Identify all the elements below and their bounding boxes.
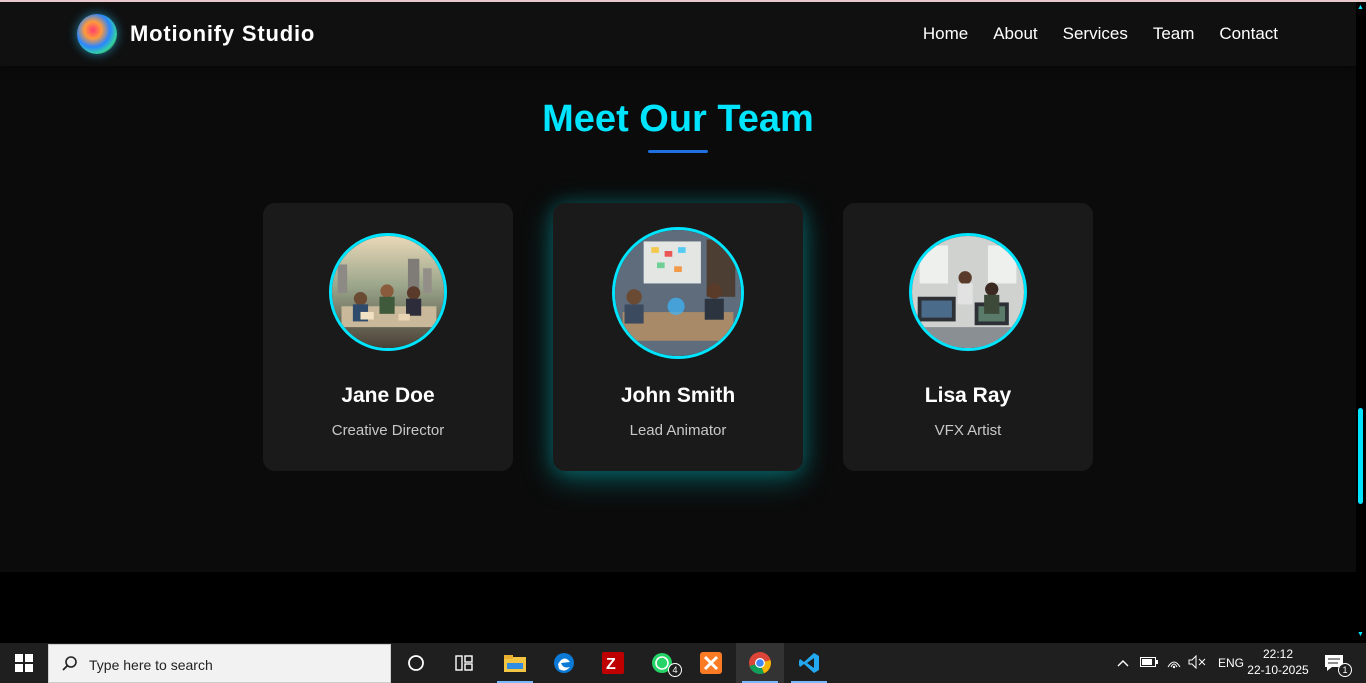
task-view-icon[interactable] <box>440 643 488 683</box>
volume-muted-icon[interactable] <box>1188 654 1206 672</box>
wifi-icon[interactable] <box>1166 655 1182 672</box>
team-card-lisa[interactable]: Lisa Ray VFX Artist <box>843 203 1093 471</box>
team-card-john[interactable]: John Smith Lead Animator <box>553 203 803 471</box>
search-placeholder: Type here to search <box>89 657 213 673</box>
studio-logo-icon[interactable] <box>77 14 117 54</box>
nav-team[interactable]: Team <box>1153 24 1195 44</box>
scroll-up-arrow-icon[interactable]: ▲ <box>1357 4 1364 11</box>
nav-links: Home About Services Team Contact <box>923 24 1278 44</box>
windows-taskbar: Type here to search Z 4 ENG 22:12 22-10-… <box>0 643 1366 683</box>
system-tray: ENG <box>1114 643 1244 683</box>
title-underline <box>648 150 708 153</box>
taskbar-clock[interactable]: 22:12 22-10-2025 <box>1240 646 1316 678</box>
nav-services[interactable]: Services <box>1063 24 1128 44</box>
scroll-down-arrow-icon[interactable]: ▼ <box>1357 631 1364 638</box>
clock-date: 22-10-2025 <box>1247 663 1309 677</box>
team-card-jane[interactable]: Jane Doe Creative Director <box>263 203 513 471</box>
filezilla-icon[interactable]: Z <box>589 643 637 683</box>
taskbar-search-box[interactable]: Type here to search <box>48 644 391 683</box>
clock-time: 22:12 <box>1262 647 1294 661</box>
avatar-jane <box>329 233 447 351</box>
brand-name[interactable]: Motionify Studio <box>130 21 315 47</box>
scrollbar-thumb[interactable] <box>1358 408 1363 504</box>
nav-about[interactable]: About <box>993 24 1037 44</box>
cortana-icon[interactable] <box>392 643 440 683</box>
team-photo-office-workstations <box>912 236 1024 348</box>
edge-browser-icon[interactable] <box>540 643 588 683</box>
nav-home[interactable]: Home <box>923 24 968 44</box>
member-name: Jane Doe <box>341 384 435 407</box>
svg-text:Z: Z <box>606 656 616 673</box>
team-photo-outdoor-meeting <box>332 236 444 348</box>
vscode-icon[interactable] <box>785 643 833 683</box>
whatsapp-icon[interactable]: 4 <box>638 643 686 683</box>
member-name: Lisa Ray <box>924 384 1012 407</box>
site-navbar: Motionify Studio Home About Services Tea… <box>0 2 1356 66</box>
xampp-icon[interactable] <box>687 643 735 683</box>
show-hidden-icons-chevron-icon[interactable] <box>1114 656 1132 670</box>
whatsapp-badge: 4 <box>668 663 682 677</box>
windows-start-icon[interactable] <box>0 643 48 683</box>
chrome-icon[interactable] <box>736 643 784 683</box>
avatar-john <box>612 227 744 359</box>
scrollbar-track[interactable] <box>1356 2 1366 643</box>
avatar-lisa <box>909 233 1027 351</box>
search-icon <box>62 656 77 671</box>
member-role: VFX Artist <box>934 422 1002 439</box>
team-photo-whiteboard-meeting <box>615 230 741 356</box>
action-center-icon[interactable]: 1 <box>1312 643 1356 683</box>
section-title: Meet Our Team <box>542 98 814 140</box>
battery-icon[interactable] <box>1140 656 1158 670</box>
member-name: John Smith <box>620 384 736 407</box>
member-role: Lead Animator <box>629 422 727 439</box>
nav-contact[interactable]: Contact <box>1219 24 1278 44</box>
file-explorer-icon[interactable] <box>491 643 539 683</box>
member-role: Creative Director <box>331 422 445 439</box>
notification-badge: 1 <box>1338 663 1352 677</box>
browser-page: Motionify Studio Home About Services Tea… <box>0 2 1356 643</box>
footer-band <box>0 572 1356 643</box>
